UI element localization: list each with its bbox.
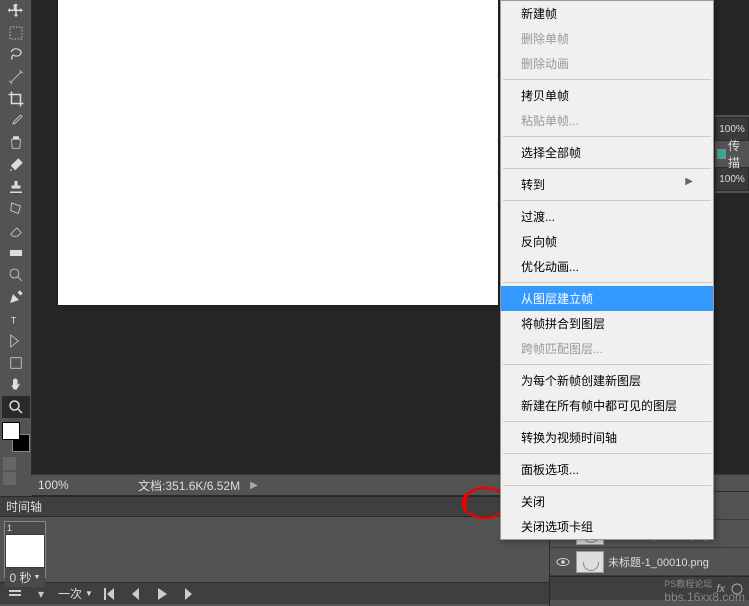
crop-tool[interactable]: [2, 88, 30, 110]
hand-tool[interactable]: [2, 374, 30, 396]
menu-select-all-frames[interactable]: 选择全部帧: [501, 140, 713, 165]
menu-separator: [503, 200, 711, 201]
quickmask-icon[interactable]: [3, 457, 16, 470]
quickmask-screenmode: [2, 456, 29, 486]
timeline-mode-icon[interactable]: [6, 586, 24, 602]
svg-text:T: T: [11, 316, 17, 326]
frame-1[interactable]: 1 0 秒▼: [4, 521, 46, 578]
right-side-panel: 100% 传描 100%: [715, 115, 749, 193]
menu-separator: [503, 453, 711, 454]
marquee-tool[interactable]: [2, 22, 30, 44]
timeline-context-menu: 新建帧 删除单帧 删除动画 拷贝单帧 粘贴单帧... 选择全部帧 转到▶ 过渡.…: [500, 0, 714, 540]
menu-match-layers: 跨帧匹配图层...: [501, 336, 713, 361]
menu-delete-animation: 删除动画: [501, 51, 713, 76]
visibility-toggle[interactable]: [554, 553, 572, 571]
menu-convert-video-timeline[interactable]: 转换为视频时间轴: [501, 425, 713, 450]
menu-separator: [503, 364, 711, 365]
zoom-level[interactable]: 100%: [38, 478, 118, 492]
move-tool[interactable]: [2, 0, 30, 22]
timeline-title: 时间轴: [6, 498, 42, 515]
brush-tool[interactable]: [2, 154, 30, 176]
next-frame-button[interactable]: [179, 586, 197, 602]
color-swatches[interactable]: [2, 422, 30, 452]
stamp-tool[interactable]: [2, 176, 30, 198]
first-frame-button[interactable]: [101, 586, 119, 602]
doc-info-dropdown[interactable]: ▶: [250, 480, 258, 491]
menu-new-visible-layer[interactable]: 新建在所有帧中都可见的图层: [501, 393, 713, 418]
menu-frames-from-layers[interactable]: 从图层建立帧: [501, 286, 713, 311]
timeline-dropdown-icon[interactable]: ▾: [32, 586, 50, 602]
shape-tool[interactable]: [2, 352, 30, 374]
layer-row[interactable]: 未标题-1_00010.png: [550, 548, 749, 576]
heal-tool[interactable]: [2, 132, 30, 154]
propagate-checkbox[interactable]: 传描: [715, 143, 749, 165]
menu-flatten-frames[interactable]: 将帧拼合到图层: [501, 311, 713, 336]
type-tool[interactable]: T: [2, 308, 30, 330]
zoom-tool[interactable]: [2, 396, 30, 418]
tools-toolbar: T: [0, 0, 32, 475]
menu-copy-frame[interactable]: 拷贝单帧: [501, 83, 713, 108]
menu-separator: [503, 79, 711, 80]
wand-tool[interactable]: [2, 66, 30, 88]
menu-new-layer-each-frame[interactable]: 为每个新帧创建新图层: [501, 368, 713, 393]
menu-transition[interactable]: 过渡...: [501, 204, 713, 229]
menu-new-frame[interactable]: 新建帧: [501, 1, 713, 26]
screenmode-icon[interactable]: [3, 472, 16, 485]
path-tool[interactable]: [2, 330, 30, 352]
eyedropper-tool[interactable]: [2, 110, 30, 132]
play-button[interactable]: [153, 586, 171, 602]
menu-paste-frame: 粘贴单帧...: [501, 108, 713, 133]
menu-separator: [503, 136, 711, 137]
menu-separator: [503, 282, 711, 283]
menu-separator: [503, 168, 711, 169]
frame-number: 1: [5, 522, 45, 534]
menu-panel-options[interactable]: 面板选项...: [501, 457, 713, 482]
pen-tool[interactable]: [2, 286, 30, 308]
gradient-tool[interactable]: [2, 242, 30, 264]
frame-delay[interactable]: 0 秒▼: [5, 568, 45, 587]
layer-thumbnail: [576, 551, 604, 573]
history-brush-tool[interactable]: [2, 198, 30, 220]
lasso-tool[interactable]: [2, 44, 30, 66]
eraser-tool[interactable]: [2, 220, 30, 242]
menu-optimize-animation[interactable]: 优化动画...: [501, 254, 713, 279]
dodge-tool[interactable]: [2, 264, 30, 286]
menu-delete-frame: 删除单帧: [501, 26, 713, 51]
menu-go-to[interactable]: 转到▶: [501, 172, 713, 197]
menu-close[interactable]: 关闭: [501, 489, 713, 514]
loop-selector[interactable]: 一次▼: [58, 585, 93, 602]
menu-close-tab-group[interactable]: 关闭选项卡组: [501, 514, 713, 539]
doc-info: 文档:351.6K/6.52M: [138, 477, 240, 494]
layer-name: 未标题-1_00010.png: [608, 554, 709, 570]
foreground-color-swatch[interactable]: [2, 422, 20, 440]
prev-frame-button[interactable]: [127, 586, 145, 602]
menu-separator: [503, 485, 711, 486]
watermark: PS教程论坛 bbs.16xx8.com: [664, 577, 745, 604]
document-canvas[interactable]: [58, 0, 498, 305]
menu-reverse-frames[interactable]: 反向帧: [501, 229, 713, 254]
menu-separator: [503, 421, 711, 422]
frame-preview: [6, 535, 44, 567]
